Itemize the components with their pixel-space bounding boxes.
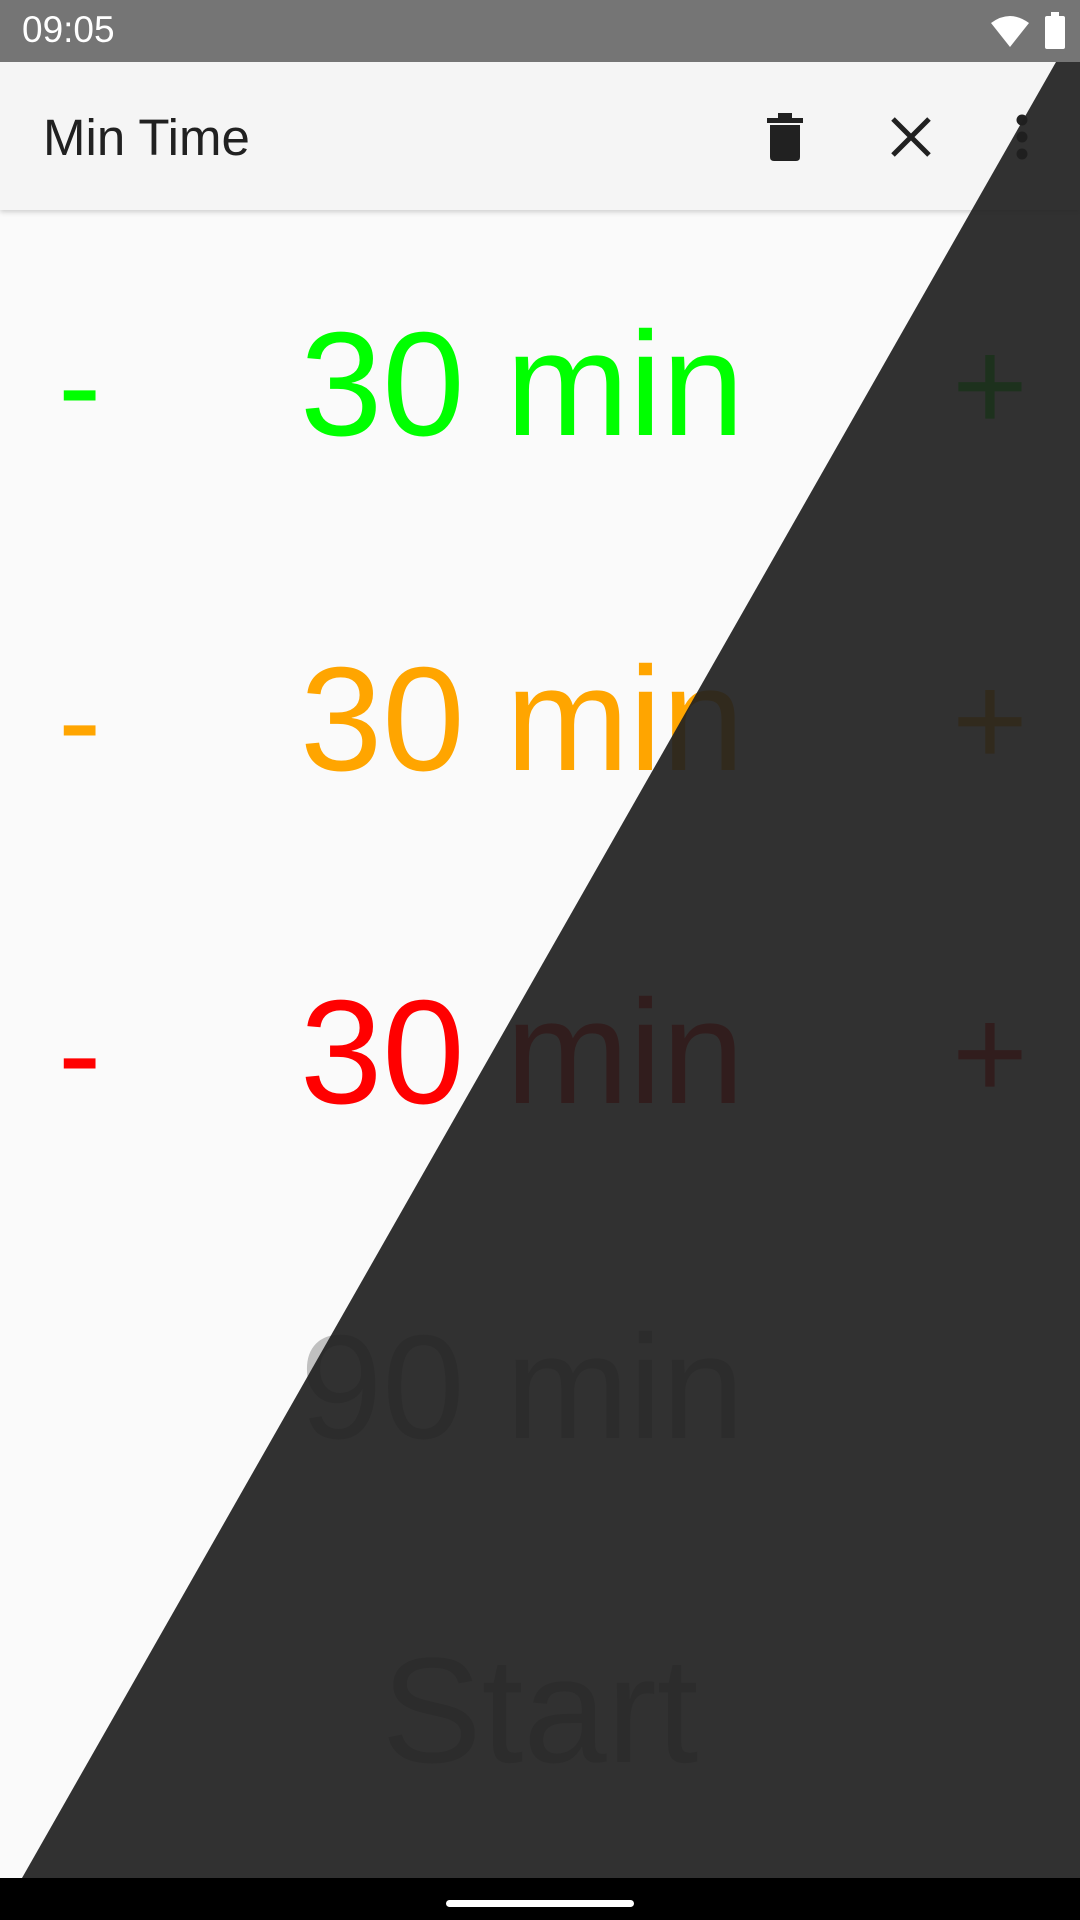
increase-green-button[interactable]: + — [952, 305, 1028, 465]
home-handle[interactable] — [446, 1900, 634, 1907]
timer-red-value: 30 min — [300, 970, 745, 1135]
start-button[interactable]: Start — [0, 1625, 1080, 1795]
close-button[interactable] — [876, 102, 946, 172]
trash-icon — [767, 113, 803, 161]
status-time: 09:05 — [22, 9, 115, 50]
increase-orange-button[interactable]: + — [952, 640, 1028, 800]
navigation-bar — [0, 1878, 1080, 1920]
status-bar: 09:05 — [0, 0, 1080, 62]
status-icons — [990, 12, 1066, 55]
more-vert-icon — [1016, 114, 1028, 160]
delete-button[interactable] — [750, 102, 820, 172]
app-title: Min Time — [43, 109, 250, 166]
close-icon — [891, 117, 931, 157]
timer-row-red: - 30 min + — [0, 973, 1080, 1133]
decrease-orange-button[interactable]: - — [58, 640, 101, 800]
app-bar: Min Time — [0, 62, 1080, 210]
battery-icon — [1044, 12, 1066, 55]
total-time: 90 min — [300, 1305, 745, 1470]
timer-green-value: 30 min — [300, 302, 745, 467]
timer-orange-value: 30 min — [300, 637, 745, 802]
more-options-button[interactable] — [987, 102, 1057, 172]
increase-red-button[interactable]: + — [952, 973, 1028, 1133]
timer-list: - 30 min + - 30 min + - 30 min + 90 min … — [0, 210, 1080, 1878]
decrease-green-button[interactable]: - — [58, 305, 101, 465]
timer-row-green: - 30 min + — [0, 305, 1080, 465]
timer-row-orange: - 30 min + — [0, 640, 1080, 800]
decrease-red-button[interactable]: - — [58, 973, 101, 1133]
wifi-icon — [990, 13, 1030, 54]
